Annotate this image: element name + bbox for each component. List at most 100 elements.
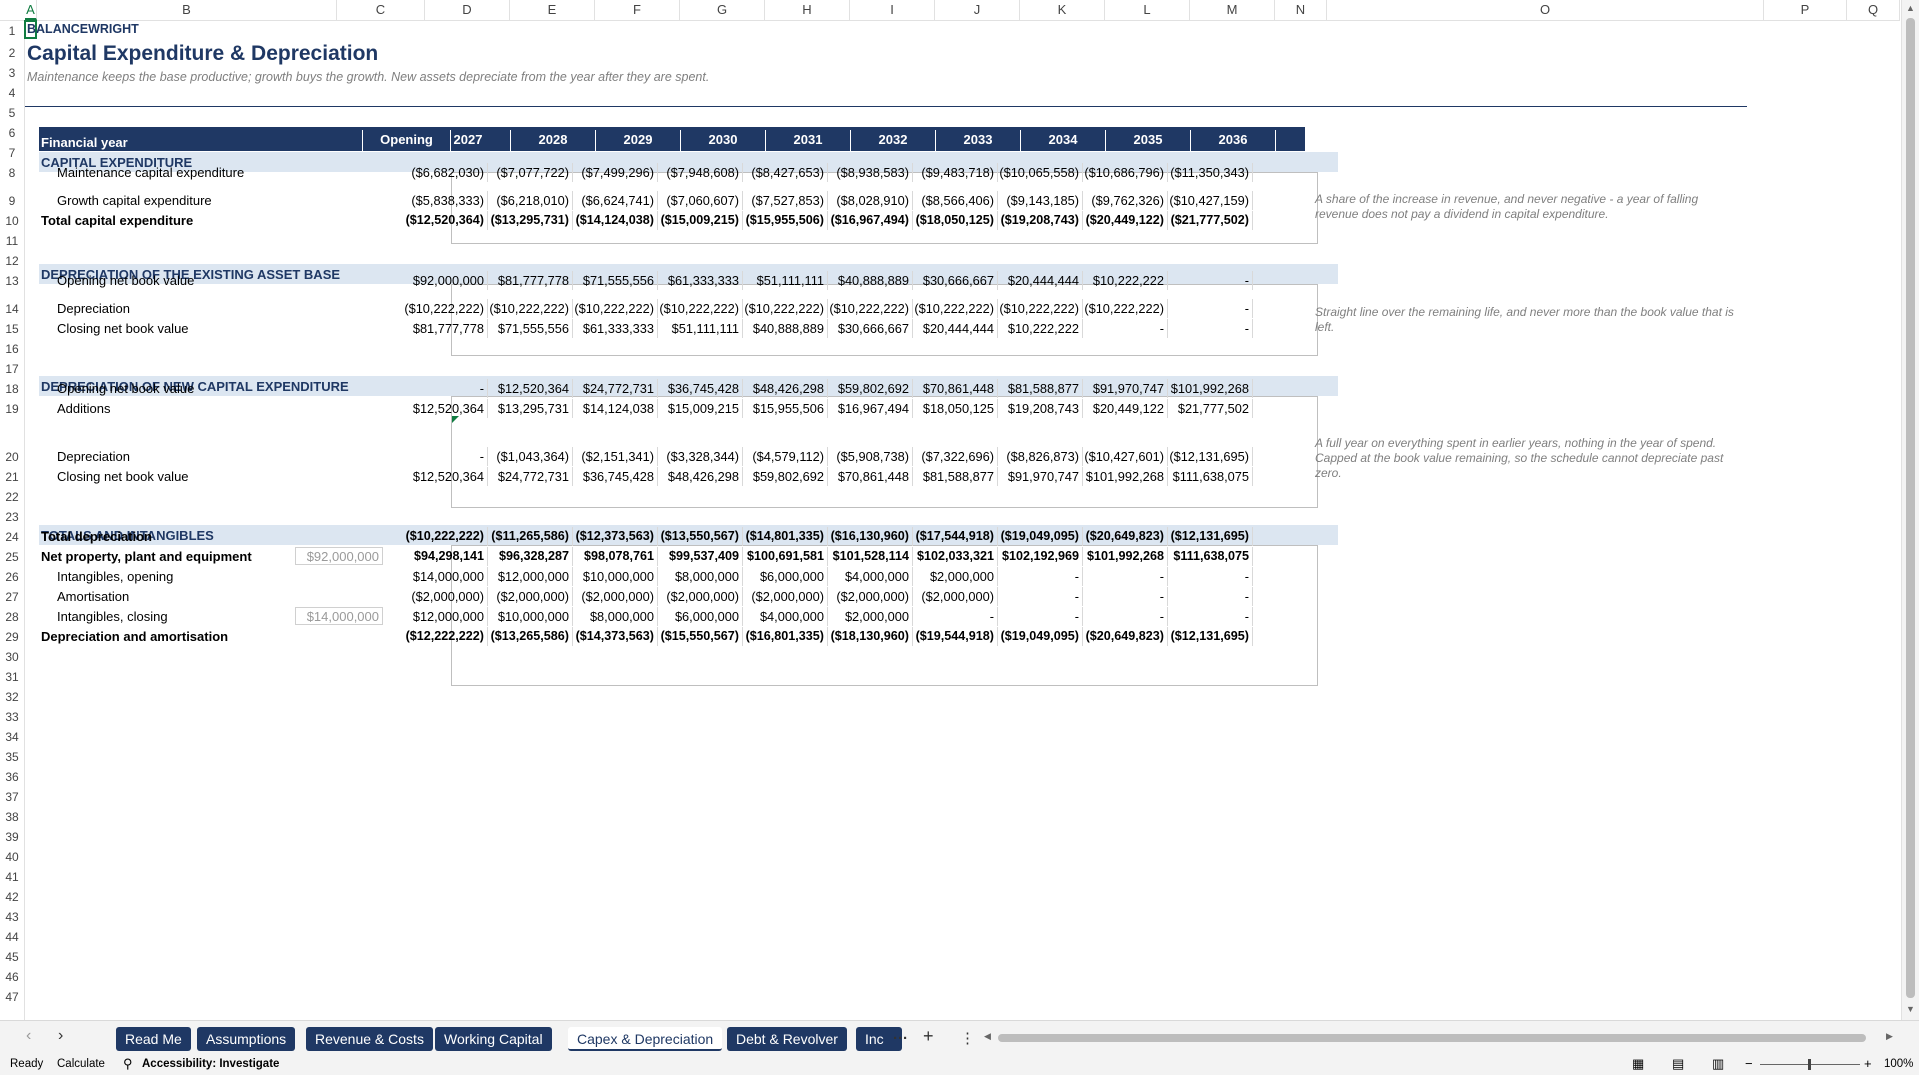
value-cell[interactable]: $15,955,506 xyxy=(743,399,828,418)
value-cell[interactable]: $81,588,877 xyxy=(913,467,998,486)
row-label[interactable]: Amortisation xyxy=(57,587,129,606)
scroll-up-icon[interactable]: ▲ xyxy=(1906,3,1915,13)
row-header-2[interactable]: 2 xyxy=(0,45,24,62)
row-header-23[interactable]: 23 xyxy=(0,509,24,526)
value-cell[interactable]: ($7,060,607) xyxy=(658,191,743,210)
column-header-k[interactable]: K xyxy=(1020,0,1105,20)
value-cell[interactable]: ($16,130,960) xyxy=(828,527,913,546)
value-cell[interactable]: $102,192,969 xyxy=(998,547,1083,566)
row-header-26[interactable]: 26 xyxy=(0,569,24,586)
value-cell[interactable]: $19,208,743 xyxy=(998,399,1083,418)
value-cell[interactable]: - xyxy=(1168,587,1253,606)
value-cell[interactable]: ($10,222,222) xyxy=(1083,299,1168,318)
value-cell[interactable]: $12,520,364 xyxy=(403,399,488,418)
value-cell[interactable]: $101,992,268 xyxy=(1083,467,1168,486)
value-cell[interactable]: - xyxy=(1083,319,1168,338)
row-header-25[interactable]: 25 xyxy=(0,549,24,566)
value-cell[interactable]: ($2,000,000) xyxy=(658,587,743,606)
value-cell[interactable]: ($20,649,823) xyxy=(1083,527,1168,546)
tab-scroll-right-icon[interactable]: › xyxy=(58,1027,63,1045)
row-header-34[interactable]: 34 xyxy=(0,729,24,746)
row-label[interactable]: Closing net book value xyxy=(57,319,189,338)
tab-working-capital[interactable]: Working Capital xyxy=(435,1027,552,1051)
value-cell[interactable]: ($10,427,159) xyxy=(1168,191,1253,210)
value-cell[interactable]: ($2,000,000) xyxy=(573,587,658,606)
row-header-28[interactable]: 28 xyxy=(0,609,24,626)
value-cell[interactable]: $40,888,889 xyxy=(743,319,828,338)
value-cell[interactable]: $101,992,268 xyxy=(1168,379,1253,398)
value-cell[interactable]: ($2,000,000) xyxy=(403,587,488,606)
value-cell[interactable]: $10,222,222 xyxy=(1083,271,1168,290)
value-cell[interactable]: $14,000,000 xyxy=(403,567,488,586)
value-cell[interactable]: $10,222,222 xyxy=(998,319,1083,338)
value-cell[interactable]: ($14,373,563) xyxy=(573,627,658,646)
sheet-menu-icon[interactable]: ⋮ xyxy=(960,1029,975,1047)
value-cell[interactable]: ($14,124,038) xyxy=(573,211,658,230)
value-cell[interactable]: ($9,762,326) xyxy=(1083,191,1168,210)
worksheet-grid[interactable]: BALANCEWRIGHT Capital Expenditure & Depr… xyxy=(24,20,1900,1030)
row-header-36[interactable]: 36 xyxy=(0,769,24,786)
value-cell[interactable]: $81,777,778 xyxy=(488,271,573,290)
value-cell[interactable]: $100,691,581 xyxy=(743,547,828,566)
row-header-30[interactable]: 30 xyxy=(0,649,24,666)
opening-value[interactable]: $14,000,000 xyxy=(295,607,383,625)
row-label[interactable]: Depreciation and amortisation xyxy=(41,627,228,646)
tab-assumptions[interactable]: Assumptions xyxy=(197,1027,296,1051)
value-cell[interactable]: ($15,955,506) xyxy=(743,211,828,230)
row-header-4[interactable]: 4 xyxy=(0,85,24,102)
value-cell[interactable]: $40,888,889 xyxy=(828,271,913,290)
value-cell[interactable]: $91,970,747 xyxy=(1083,379,1168,398)
comment-indicator[interactable] xyxy=(452,416,459,423)
row-label[interactable]: Opening net book value xyxy=(57,271,194,290)
row-header-17[interactable]: 17 xyxy=(0,361,24,378)
value-cell[interactable]: $2,000,000 xyxy=(913,567,998,586)
value-cell[interactable]: ($19,208,743) xyxy=(998,211,1083,230)
value-cell[interactable]: ($2,151,341) xyxy=(573,447,658,466)
row-header-9[interactable]: 9 xyxy=(0,193,24,210)
row-label[interactable]: Net property, plant and equipment xyxy=(41,547,252,566)
hscroll-left-icon[interactable]: ◀ xyxy=(984,1031,991,1042)
value-cell[interactable]: ($10,222,222) xyxy=(913,299,998,318)
value-cell[interactable]: $48,426,298 xyxy=(658,467,743,486)
row-header-13[interactable]: 13 xyxy=(0,273,24,290)
tab-scroll-left-icon[interactable]: ‹ xyxy=(26,1027,31,1045)
vertical-scrollbar[interactable]: ▲ ▼ xyxy=(1901,0,1919,1020)
column-header-c[interactable]: C xyxy=(337,0,425,20)
value-cell[interactable]: $20,444,444 xyxy=(998,271,1083,290)
value-cell[interactable]: $18,050,125 xyxy=(913,399,998,418)
value-cell[interactable]: ($5,838,333) xyxy=(403,191,488,210)
status-accessibility[interactable]: Accessibility: Investigate xyxy=(142,1058,279,1070)
value-cell[interactable]: $36,745,428 xyxy=(658,379,743,398)
value-cell[interactable]: $59,802,692 xyxy=(828,379,913,398)
tab-capex-depreciation[interactable]: Capex & Depreciation xyxy=(568,1027,723,1051)
value-cell[interactable]: $71,555,556 xyxy=(488,319,573,338)
value-cell[interactable]: $12,000,000 xyxy=(488,567,573,586)
row-header-22[interactable]: 22 xyxy=(0,489,24,506)
value-cell[interactable]: ($12,131,695) xyxy=(1168,627,1253,646)
row-label[interactable]: Maintenance capital expenditure xyxy=(57,163,244,182)
page-break-icon[interactable]: ▥ xyxy=(1712,1056,1724,1072)
value-cell[interactable]: ($5,908,738) xyxy=(828,447,913,466)
value-cell[interactable]: ($10,222,222) xyxy=(488,299,573,318)
value-cell[interactable]: ($7,527,853) xyxy=(743,191,828,210)
column-header-q[interactable]: Q xyxy=(1847,0,1900,20)
value-cell[interactable]: ($8,566,406) xyxy=(913,191,998,210)
value-cell[interactable]: - xyxy=(1168,319,1253,338)
row-label[interactable]: Depreciation xyxy=(57,447,130,466)
row-header-21[interactable]: 21 xyxy=(0,469,24,486)
row-label[interactable]: Growth capital expenditure xyxy=(57,191,212,210)
value-cell[interactable]: ($8,028,910) xyxy=(828,191,913,210)
value-cell[interactable]: $70,861,448 xyxy=(828,467,913,486)
value-cell[interactable]: - xyxy=(1168,607,1253,626)
value-cell[interactable]: ($15,009,215) xyxy=(658,211,743,230)
tab-debt-revolver[interactable]: Debt & Revolver xyxy=(727,1027,847,1051)
value-cell[interactable]: ($10,686,796) xyxy=(1083,163,1168,182)
row-header-42[interactable]: 42 xyxy=(0,889,24,906)
value-cell[interactable]: ($7,499,296) xyxy=(573,163,658,182)
column-header-j[interactable]: J xyxy=(935,0,1020,20)
vertical-scroll-thumb[interactable] xyxy=(1906,18,1915,998)
row-header-31[interactable]: 31 xyxy=(0,669,24,686)
zoom-slider-thumb[interactable] xyxy=(1808,1059,1811,1070)
row-header-11[interactable]: 11 xyxy=(0,233,24,250)
value-cell[interactable]: - xyxy=(1168,567,1253,586)
